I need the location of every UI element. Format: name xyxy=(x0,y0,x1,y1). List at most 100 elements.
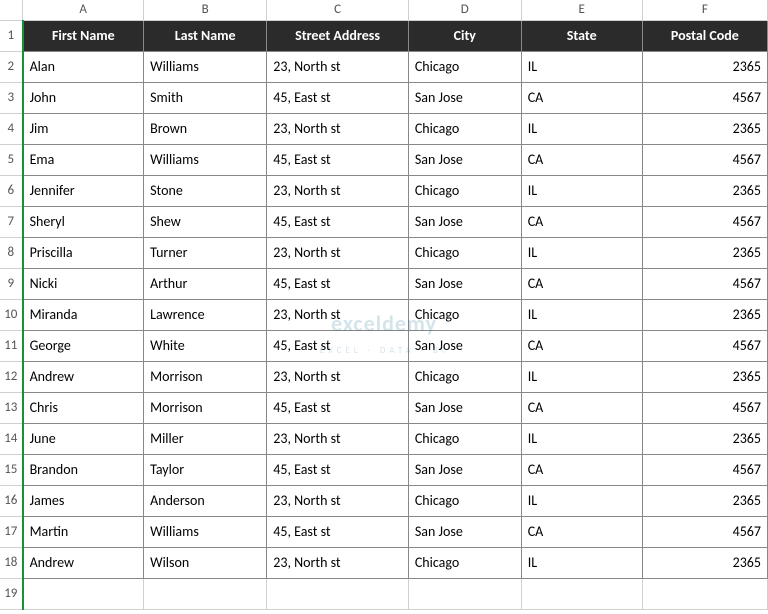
cell-last[interactable]: Wilson xyxy=(144,547,267,578)
cell-street[interactable]: 23, North st xyxy=(267,113,409,144)
row-head-10[interactable]: 10 xyxy=(0,299,23,330)
cell-first[interactable]: Brandon xyxy=(23,454,144,485)
row-head-11[interactable]: 11 xyxy=(0,330,23,361)
row-head-5[interactable]: 5 xyxy=(0,144,23,175)
cell-street[interactable]: 45, East st xyxy=(267,144,409,175)
cell-street[interactable]: 45, East st xyxy=(267,454,409,485)
cell-state[interactable]: IL xyxy=(521,237,642,268)
cell-street[interactable]: 23, North st xyxy=(267,175,409,206)
empty-cell[interactable] xyxy=(408,578,521,609)
col-head-B[interactable]: B xyxy=(144,0,267,20)
row-head-19[interactable]: 19 xyxy=(0,578,23,609)
cell-street[interactable]: 45, East st xyxy=(267,82,409,113)
cell-street[interactable]: 23, North st xyxy=(267,361,409,392)
cell-state[interactable]: IL xyxy=(521,485,642,516)
cell-state[interactable]: IL xyxy=(521,175,642,206)
cell-last[interactable]: Williams xyxy=(144,516,267,547)
row-head-15[interactable]: 15 xyxy=(0,454,23,485)
cell-postal[interactable]: 2365 xyxy=(642,485,767,516)
cell-first[interactable]: Chris xyxy=(23,392,144,423)
cell-state[interactable]: IL xyxy=(521,423,642,454)
cell-last[interactable]: Morrison xyxy=(144,361,267,392)
col-head-C[interactable]: C xyxy=(267,0,409,20)
cell-postal[interactable]: 4567 xyxy=(642,330,767,361)
cell-street[interactable]: 23, North st xyxy=(267,51,409,82)
cell-postal[interactable]: 4567 xyxy=(642,392,767,423)
row-head-14[interactable]: 14 xyxy=(0,423,23,454)
cell-city[interactable]: San Jose xyxy=(408,392,521,423)
cell-postal[interactable]: 2365 xyxy=(642,175,767,206)
cell-last[interactable]: White xyxy=(144,330,267,361)
cell-first[interactable]: Jim xyxy=(23,113,144,144)
col-head-E[interactable]: E xyxy=(521,0,642,20)
cell-last[interactable]: Brown xyxy=(144,113,267,144)
cell-first[interactable]: Andrew xyxy=(23,361,144,392)
cell-city[interactable]: Chicago xyxy=(408,175,521,206)
select-all-corner[interactable] xyxy=(0,0,23,20)
cell-state[interactable]: CA xyxy=(521,454,642,485)
cell-first[interactable]: James xyxy=(23,485,144,516)
cell-first[interactable]: Miranda xyxy=(23,299,144,330)
cell-last[interactable]: Turner xyxy=(144,237,267,268)
cell-first[interactable]: Martin xyxy=(23,516,144,547)
cell-street[interactable]: 45, East st xyxy=(267,516,409,547)
cell-postal[interactable]: 4567 xyxy=(642,454,767,485)
cell-state[interactable]: CA xyxy=(521,82,642,113)
cell-street[interactable]: 23, North st xyxy=(267,423,409,454)
cell-first[interactable]: Jennifer xyxy=(23,175,144,206)
row-head-8[interactable]: 8 xyxy=(0,237,23,268)
row-head-7[interactable]: 7 xyxy=(0,206,23,237)
cell-first[interactable]: Sheryl xyxy=(23,206,144,237)
cell-last[interactable]: Smith xyxy=(144,82,267,113)
cell-first[interactable]: June xyxy=(23,423,144,454)
cell-city[interactable]: San Jose xyxy=(408,82,521,113)
header-cell[interactable]: State xyxy=(521,20,642,51)
cell-city[interactable]: San Jose xyxy=(408,268,521,299)
cell-postal[interactable]: 2365 xyxy=(642,547,767,578)
empty-cell[interactable] xyxy=(521,578,642,609)
cell-state[interactable]: CA xyxy=(521,268,642,299)
cell-state[interactable]: CA xyxy=(521,144,642,175)
cell-last[interactable]: Miller xyxy=(144,423,267,454)
empty-cell[interactable] xyxy=(144,578,267,609)
cell-city[interactable]: San Jose xyxy=(408,454,521,485)
row-head-2[interactable]: 2 xyxy=(0,51,23,82)
cell-postal[interactable]: 2365 xyxy=(642,113,767,144)
cell-city[interactable]: San Jose xyxy=(408,206,521,237)
cell-first[interactable]: Priscilla xyxy=(23,237,144,268)
row-head-13[interactable]: 13 xyxy=(0,392,23,423)
cell-street[interactable]: 23, North st xyxy=(267,547,409,578)
cell-last[interactable]: Anderson xyxy=(144,485,267,516)
cell-last[interactable]: Shew xyxy=(144,206,267,237)
cell-city[interactable]: Chicago xyxy=(408,485,521,516)
cell-last[interactable]: Morrison xyxy=(144,392,267,423)
row-head-6[interactable]: 6 xyxy=(0,175,23,206)
cell-postal[interactable]: 4567 xyxy=(642,268,767,299)
cell-postal[interactable]: 2365 xyxy=(642,423,767,454)
cell-postal[interactable]: 4567 xyxy=(642,144,767,175)
row-head-16[interactable]: 16 xyxy=(0,485,23,516)
cell-last[interactable]: Lawrence xyxy=(144,299,267,330)
row-head-4[interactable]: 4 xyxy=(0,113,23,144)
cell-state[interactable]: IL xyxy=(521,299,642,330)
cell-last[interactable]: Taylor xyxy=(144,454,267,485)
cell-first[interactable]: John xyxy=(23,82,144,113)
cell-postal[interactable]: 4567 xyxy=(642,206,767,237)
cell-last[interactable]: Arthur xyxy=(144,268,267,299)
cell-state[interactable]: CA xyxy=(521,392,642,423)
cell-city[interactable]: Chicago xyxy=(408,113,521,144)
cell-city[interactable]: Chicago xyxy=(408,547,521,578)
cell-state[interactable]: CA xyxy=(521,330,642,361)
cell-first[interactable]: Alan xyxy=(23,51,144,82)
header-cell[interactable]: Street Address xyxy=(267,20,409,51)
cell-street[interactable]: 23, North st xyxy=(267,237,409,268)
col-head-A[interactable]: A xyxy=(23,0,144,20)
cell-street[interactable]: 23, North st xyxy=(267,299,409,330)
cell-first[interactable]: Nicki xyxy=(23,268,144,299)
cell-city[interactable]: Chicago xyxy=(408,423,521,454)
cell-postal[interactable]: 2365 xyxy=(642,237,767,268)
cell-state[interactable]: CA xyxy=(521,516,642,547)
cell-state[interactable]: IL xyxy=(521,361,642,392)
cell-street[interactable]: 23, North st xyxy=(267,485,409,516)
cell-last[interactable]: Williams xyxy=(144,144,267,175)
